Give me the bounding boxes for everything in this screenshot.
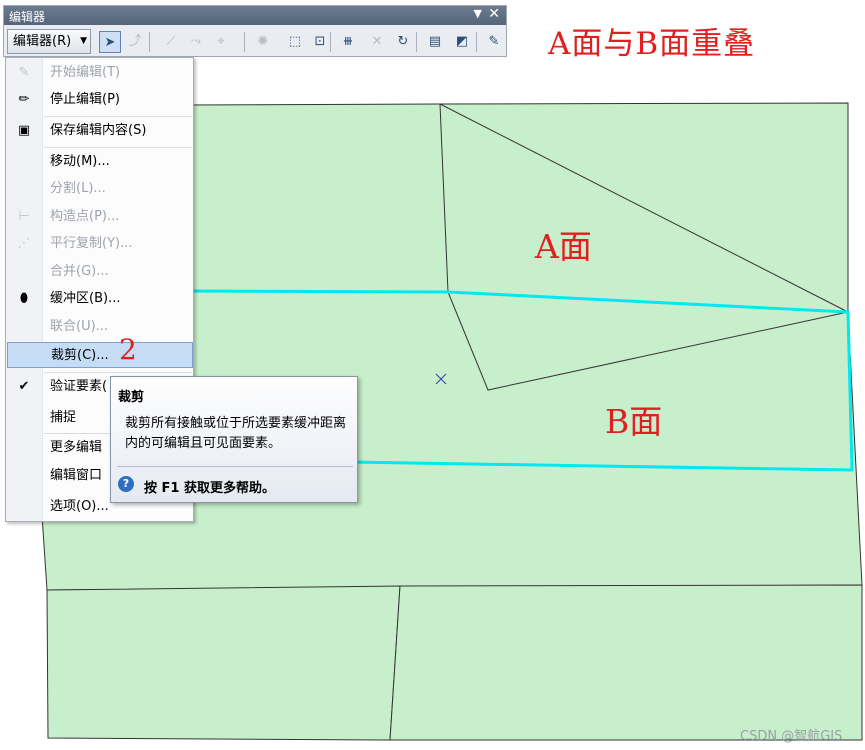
- menu-item-label: 捕捉: [50, 410, 77, 425]
- rotate-button[interactable]: ↻: [392, 31, 414, 53]
- menu-item-label: 保存编辑内容(S): [50, 123, 147, 138]
- menu-item[interactable]: ✏ 停止编辑(P): [7, 87, 192, 113]
- menu-item-label: 联合(U)...: [50, 319, 109, 334]
- create-features-icon: ✎: [488, 34, 500, 49]
- chevron-down-icon: ▼: [80, 36, 87, 46]
- validate-features-icon: ✔: [18, 379, 30, 394]
- edit-vertices-button[interactable]: ⬚: [284, 31, 306, 53]
- toolbar-separator: [476, 32, 477, 52]
- trace-icon: ✺: [257, 34, 269, 49]
- editor-menu-label: 编辑器(R): [13, 34, 72, 49]
- annotation-label-b: B面: [605, 402, 663, 441]
- menu-item-label: 验证要素(: [50, 379, 108, 394]
- straight-segment-icon: ⟋: [166, 34, 176, 49]
- menu-item[interactable]: ⬮ 缓冲区(B)...: [7, 286, 192, 312]
- edit-annotation-button[interactable]: ⤴: [124, 31, 146, 53]
- clip-tooltip: 裁剪 裁剪所有接触或位于所选要素缓冲距离内的可编辑且可见面要素。 ? 按 F1 …: [110, 376, 358, 503]
- reshape-feature-icon: ⊡: [314, 34, 326, 49]
- cut-polygons-button[interactable]: ⧻: [337, 31, 359, 53]
- menu-item[interactable]: 移动(M)...: [7, 149, 192, 175]
- sketch-properties-button[interactable]: ◩: [451, 31, 473, 53]
- straight-segment-button[interactable]: ⟋: [160, 31, 182, 53]
- tooltip-divider: [117, 466, 353, 467]
- end-point-arc-button[interactable]: ⤳: [185, 31, 207, 53]
- help-icon: ?: [118, 476, 134, 492]
- rotate-icon: ↻: [397, 34, 409, 49]
- toolbar-separator: [149, 32, 150, 52]
- menu-item-label: 平行复制(Y)...: [50, 236, 133, 251]
- edit-annotation-icon: ⤴: [128, 34, 142, 49]
- menu-item[interactable]: 裁剪(C)...: [7, 342, 193, 368]
- editor-toolbar-window: 编辑器 ▼ ✕ 编辑器(R) ▼ ➤ ⤴ ⟋ ⤳ ⌖ ✺ ⬚ ⊡ ⧻ ✕ ↻ ▤ ◩ ✎: [3, 5, 507, 57]
- menu-item-label: 分割(L)...: [50, 181, 106, 196]
- toolbar-title: 编辑器: [9, 10, 46, 24]
- construct-points-icon: ⊢: [18, 209, 30, 224]
- buffer-icon: ⬮: [19, 291, 29, 306]
- editor-menu-button[interactable]: 编辑器(R) ▼: [7, 29, 91, 54]
- menu-item[interactable]: 联合(U)...: [7, 314, 192, 340]
- menu-item[interactable]: ▣ 保存编辑内容(S): [7, 118, 192, 144]
- menu-separator: [44, 147, 192, 148]
- save-edits-icon: ▣: [17, 123, 31, 138]
- menu-item-label: 合并(G)...: [50, 264, 109, 279]
- split-tool-icon: ✕: [371, 34, 383, 49]
- tooltip-title: 裁剪: [118, 390, 145, 405]
- copy-parallel-icon: ⋰: [17, 236, 31, 251]
- end-point-arc-icon: ⤳: [190, 34, 202, 49]
- menu-item[interactable]: 分割(L)...: [7, 176, 192, 202]
- menu-separator: [44, 116, 192, 117]
- menu-item-label: 停止编辑(P): [50, 92, 120, 107]
- toolbar-title-bar[interactable]: 编辑器 ▼ ✕: [4, 6, 506, 25]
- toolbar-separator: [244, 32, 245, 52]
- menu-item[interactable]: ⋰ 平行复制(Y)...: [7, 231, 192, 257]
- annotation-step-2: 2: [119, 333, 137, 366]
- menu-item[interactable]: ✎ 开始编辑(T): [7, 60, 192, 86]
- close-icon[interactable]: ✕: [488, 6, 500, 22]
- split-tool-button[interactable]: ✕: [366, 31, 388, 53]
- menu-item-label: 编辑窗口: [50, 468, 103, 483]
- map-polygon-lower-left[interactable]: [46, 585, 401, 741]
- tooltip-description: 裁剪所有接触或位于所选要素缓冲距离内的可编辑且可见面要素。: [125, 416, 347, 451]
- attributes-button[interactable]: ▤: [424, 31, 446, 53]
- attributes-icon: ▤: [428, 34, 442, 49]
- menu-item-label: 开始编辑(T): [50, 65, 121, 80]
- annotation-title: A面与B面重叠: [548, 26, 756, 62]
- menu-item[interactable]: ⊢ 构造点(P)...: [7, 204, 192, 230]
- edit-vertices-icon: ⬚: [288, 34, 302, 49]
- sketch-properties-icon: ◩: [455, 34, 469, 49]
- toolbar-row: 编辑器(R) ▼ ➤ ⤴ ⟋ ⤳ ⌖ ✺ ⬚ ⊡ ⧻ ✕ ↻ ▤ ◩ ✎: [4, 26, 506, 56]
- menu-separator: [44, 372, 192, 373]
- menu-item-label: 裁剪(C)...: [51, 348, 109, 363]
- construction-tools-icon: ⌖: [217, 34, 225, 49]
- toolbar-separator: [416, 32, 417, 52]
- menu-item-label: 更多编辑: [50, 440, 103, 455]
- pencil-icon: ✎: [18, 65, 30, 80]
- reshape-feature-button[interactable]: ⊡: [309, 31, 331, 53]
- annotation-label-a: A面: [535, 227, 592, 266]
- trace-button[interactable]: ✺: [252, 31, 274, 53]
- cut-polygons-icon: ⧻: [342, 34, 354, 49]
- edit-tool-arrow-button[interactable]: ➤: [99, 31, 121, 53]
- edit-tool-arrow-icon: ➤: [104, 35, 116, 50]
- map-polygon-lower-right[interactable]: [389, 584, 863, 741]
- menu-item-label: 选项(O)...: [50, 499, 109, 514]
- menu-item-label: 缓冲区(B)...: [50, 291, 121, 306]
- create-features-button[interactable]: ✎: [483, 31, 505, 53]
- construction-tools-button[interactable]: ⌖: [210, 31, 232, 53]
- menu-item[interactable]: 合并(G)...: [7, 259, 192, 285]
- menu-item-label: 移动(M)...: [50, 154, 110, 169]
- tooltip-help-text: 按 F1 获取更多帮助。: [144, 481, 275, 496]
- watermark: CSDN @智航GIS: [740, 729, 843, 744]
- pencil-stop-icon: ✏: [18, 92, 30, 107]
- dropdown-options-icon[interactable]: ▼: [474, 7, 482, 20]
- menu-item-label: 构造点(P)...: [50, 209, 120, 224]
